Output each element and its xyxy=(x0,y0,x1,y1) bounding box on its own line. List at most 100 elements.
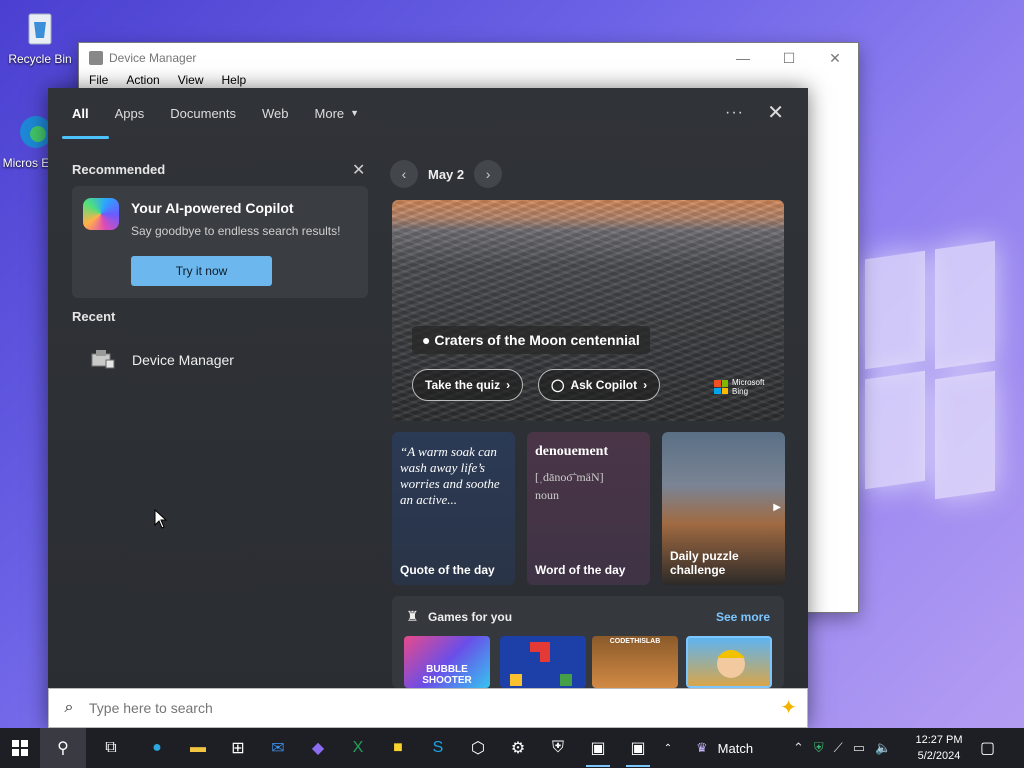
game-tile-bubble-shooter[interactable]: BUBBLE SHOOTER xyxy=(404,636,490,688)
device-manager-taskbar-button[interactable]: ▣ xyxy=(578,728,618,768)
daily-puzzle-tile[interactable]: ▶ Daily puzzle challenge xyxy=(662,432,785,585)
gear-icon: ⚙ xyxy=(510,740,526,757)
edge-icon: ● xyxy=(152,739,162,756)
mouse-cursor-icon xyxy=(154,509,168,529)
taskbar: ⚲ ⧉ ● ▬ ⊞ ✉ ◆ X ■ S ⬡ ⚙ ⛨ ▣ ▣ ⌃ ♛ Match … xyxy=(0,728,1024,768)
edge-taskbar-button[interactable]: ● xyxy=(136,728,178,768)
taskbar-search-box[interactable]: ⌕ ✦ xyxy=(48,688,808,728)
volume-muted-icon[interactable]: 🔈 xyxy=(875,740,891,756)
window-title: Device Manager xyxy=(109,51,197,65)
show-hidden-icons[interactable]: ⌃ xyxy=(793,740,804,756)
word-of-the-day-tile[interactable]: denouement [ˌdānoo͞ˈmäN] noun Word of th… xyxy=(527,432,650,585)
chat-icon: ◯ xyxy=(551,378,565,392)
tile-title: Quote of the day xyxy=(400,563,495,577)
match-widget[interactable]: ♛ Match xyxy=(696,728,753,768)
copilot-title: Your AI-powered Copilot xyxy=(131,200,294,216)
copilot-card[interactable]: Your AI-powered Copilot Say goodbye to e… xyxy=(72,186,368,298)
search-taskbar-button[interactable]: ⚲ xyxy=(40,728,86,768)
security-button[interactable]: ⛨ xyxy=(538,728,578,768)
maximize-button[interactable]: ☐ xyxy=(766,43,812,73)
tab-web[interactable]: Web xyxy=(262,88,289,138)
windows-wallpaper-logo xyxy=(845,240,1005,515)
see-more-link[interactable]: See more xyxy=(716,610,770,624)
take-the-quiz-button[interactable]: Take the quiz › xyxy=(412,369,524,401)
recent-item-device-manager[interactable]: Device Manager xyxy=(88,348,234,372)
microsoft-logo-icon xyxy=(714,380,728,394)
location-pin-icon: ● xyxy=(422,332,431,348)
date-label: May 2 xyxy=(428,166,465,182)
mail-icon: ✉ xyxy=(271,740,285,757)
skype-button[interactable]: S xyxy=(418,728,458,768)
notifications-icon[interactable]: ▢ xyxy=(980,738,995,758)
shield-icon: ⛨ xyxy=(551,739,564,756)
game-tile-blocks[interactable] xyxy=(500,636,586,688)
word-pronunciation: [ˌdānoo͞ˈmäN] noun xyxy=(535,470,604,502)
dismiss-recommended-icon[interactable]: ✕ xyxy=(352,160,365,180)
chess-piece-icon: ♜ xyxy=(406,608,419,624)
device-manager-icon: ▣ xyxy=(590,740,606,757)
close-button[interactable]: ✕ xyxy=(812,43,858,73)
device-tree-pane xyxy=(806,121,856,611)
start-button[interactable] xyxy=(0,728,40,768)
hero-caption[interactable]: ● Craters of the Moon centennial xyxy=(412,326,650,354)
tab-all[interactable]: All xyxy=(62,88,108,139)
device-manager-icon: ▣ xyxy=(630,740,646,757)
mail-button[interactable]: ✉ xyxy=(258,728,298,768)
close-icon[interactable]: ✕ xyxy=(767,100,784,125)
display-icon[interactable]: ▭ xyxy=(853,740,865,756)
3d-viewer-button[interactable]: ⬡ xyxy=(458,728,498,768)
try-it-now-button[interactable]: Try it now xyxy=(131,256,272,286)
cube-icon: ⬡ xyxy=(471,740,485,757)
search-tabs: All Apps Documents Web More ▼ xyxy=(48,88,808,139)
minimize-button[interactable]: — xyxy=(720,43,766,73)
store-button[interactable]: ⊞ xyxy=(218,728,258,768)
excel-icon: X xyxy=(352,739,364,756)
copilot-icon xyxy=(83,198,119,230)
excel-button[interactable]: X xyxy=(338,728,378,768)
ask-copilot-button[interactable]: ◯ Ask Copilot › xyxy=(538,369,661,401)
previous-day-button[interactable]: ‹ xyxy=(390,160,418,188)
chevron-down-icon: ▼ xyxy=(350,108,360,118)
device-manager-icon xyxy=(88,348,118,372)
tile-title: Word of the day xyxy=(535,563,626,577)
sticky-notes-button[interactable]: ■ xyxy=(378,728,418,768)
chevron-right-icon[interactable]: ▶ xyxy=(773,502,781,513)
tile-title: Daily puzzle challenge xyxy=(670,549,739,577)
device-manager-icon xyxy=(89,51,103,65)
game-tile-codethislab[interactable]: CODETHISLAB xyxy=(592,636,678,688)
system-tray: ⌃ ⛨ ⟋ ▭ 🔈 xyxy=(788,728,896,768)
taskbar-scroll-button[interactable]: ⌃ xyxy=(658,728,678,768)
task-view-icon: ⧉ xyxy=(105,739,117,756)
device-manager-taskbar-button-2[interactable]: ▣ xyxy=(618,728,658,768)
more-options-icon[interactable]: ··· xyxy=(725,104,744,122)
clock-date: 5/2/2024 xyxy=(917,750,961,762)
clock[interactable]: 12:27 PM 5/2/2024 xyxy=(912,732,966,764)
microsoft-bing-logo: Microsoft Bing xyxy=(714,378,772,396)
quote-text: “A warm soak can wash away life’s worrie… xyxy=(400,444,500,507)
tab-more[interactable]: More ▼ xyxy=(315,88,360,138)
search-flyout: All Apps Documents Web More ▼ ··· ✕ Reco… xyxy=(48,88,808,728)
desktop-icon-recycle-bin[interactable]: Recycle Bin xyxy=(4,8,76,66)
match-label: Match xyxy=(717,740,754,756)
quote-of-the-day-tile[interactable]: “A warm soak can wash away life’s worrie… xyxy=(392,432,515,585)
games-heading: Games for you xyxy=(428,610,513,624)
file-explorer-button[interactable]: ▬ xyxy=(178,728,218,768)
recycle-bin-icon xyxy=(20,8,60,48)
next-day-button[interactable]: › xyxy=(474,160,503,188)
chevron-right-icon: › xyxy=(643,378,648,392)
game-tile-miner[interactable] xyxy=(686,636,772,688)
search-highlight-hero[interactable]: ● Craters of the Moon centennial Take th… xyxy=(392,200,784,421)
store-icon: ⊞ xyxy=(231,740,245,757)
copilot-taskbar-button[interactable]: ◆ xyxy=(298,728,338,768)
network-icon[interactable]: ⟋ xyxy=(834,740,843,756)
search-input[interactable] xyxy=(89,700,689,716)
search-icon: ⚲ xyxy=(57,740,69,757)
security-status-icon[interactable]: ⛨ xyxy=(814,740,824,756)
task-view-button[interactable]: ⧉ xyxy=(86,728,136,768)
tab-apps[interactable]: Apps xyxy=(115,88,145,138)
sticky-notes-icon: ■ xyxy=(393,739,403,756)
windows-start-icon xyxy=(12,740,28,756)
tab-documents[interactable]: Documents xyxy=(170,88,236,138)
settings-button[interactable]: ⚙ xyxy=(498,728,538,768)
chevron-up-icon: ⌃ xyxy=(663,742,673,754)
